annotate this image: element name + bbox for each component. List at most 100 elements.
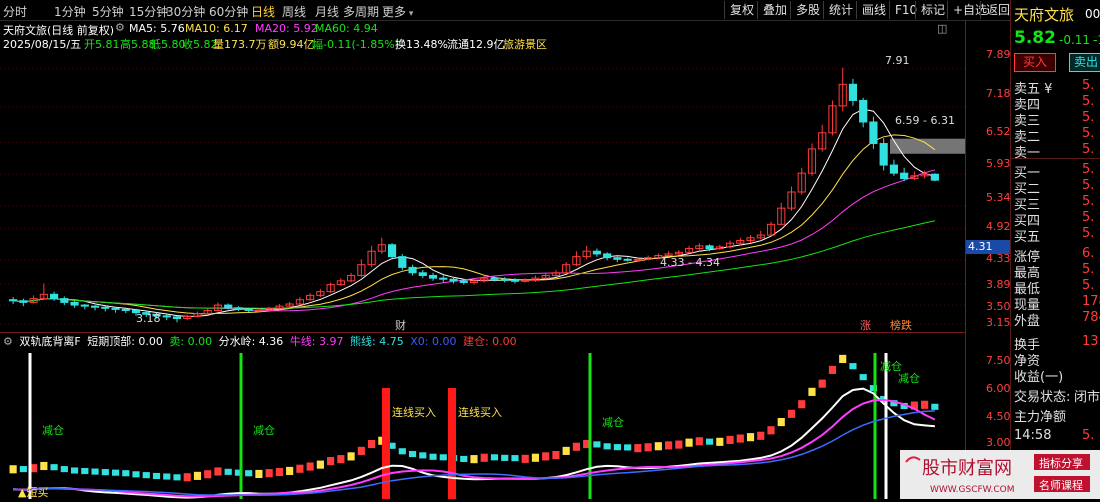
indicator-bar	[50, 464, 58, 471]
indicator-name[interactable]: 双轨底背离F	[19, 335, 80, 348]
panel-row-label: 主力净额	[1014, 410, 1067, 425]
indicator-bar	[849, 363, 857, 370]
candle-body	[70, 301, 79, 306]
indicator-bar	[163, 473, 171, 480]
indicator-bar	[828, 365, 837, 374]
period-tab[interactable]: 日线	[251, 3, 275, 20]
panel-row-label: 买五	[1014, 230, 1041, 245]
candle-body	[633, 258, 642, 261]
panel-row-value: 5.	[1082, 278, 1095, 293]
indicator-bar	[798, 400, 806, 409]
candle-body	[398, 256, 407, 268]
panel-row-label: 14:58	[1014, 428, 1052, 443]
toolbar-button[interactable]: 标记	[915, 1, 950, 19]
indicator-bar	[255, 469, 263, 479]
indicator-bar	[419, 452, 427, 459]
candle-body	[859, 99, 868, 123]
indicator-chart[interactable]: 减仓 减仓连线买入 连线买入减仓减仓减仓▲短买	[0, 348, 965, 499]
indicator-bar	[634, 444, 642, 453]
quote-amount: 额9.94亿	[268, 38, 315, 51]
period-tab[interactable]: 30分钟	[166, 3, 205, 20]
candle-body	[449, 278, 458, 282]
main-candle-chart[interactable]: 7.91 3.18 6.59 - 6.31 4.33 - 4.34 财 涨 榜跌	[0, 52, 965, 332]
quote-change: 幅-0.11(-1.85%)	[312, 38, 399, 51]
period-tab[interactable]: 多周期	[343, 3, 379, 20]
signal-line	[884, 353, 888, 499]
watershed-value: 分水岭: 4.36	[218, 335, 284, 348]
period-tab[interactable]: 周线	[282, 3, 306, 20]
expand-icon[interactable]: ◫	[937, 22, 947, 35]
period-tab[interactable]: 5分钟	[92, 3, 124, 20]
current-price-tag: 4.31	[966, 240, 1013, 254]
signal-label: 减仓	[898, 371, 920, 385]
quote-sector[interactable]: 旅游景区	[503, 36, 547, 52]
indicator-bar	[603, 443, 611, 450]
range-annotation: 6.59 - 6.31	[895, 114, 955, 127]
candle-body	[879, 143, 888, 166]
signal-label: 减仓	[42, 423, 64, 437]
indicator-bar	[101, 469, 109, 476]
indicator-bar	[204, 470, 212, 479]
panel-stock-name: 天府文旅	[1014, 6, 1075, 24]
quote-open: 开5.81	[84, 38, 120, 51]
quote-panel: 天府文旅 0009 5.82 -0.11 -1 买入 卖出 卖五 ¥5.卖四5.…	[1010, 0, 1100, 499]
panel-row: 卖一 5.	[1014, 142, 1100, 162]
bull-line-value: 牛线: 3.97	[289, 335, 344, 348]
settings-gear-icon[interactable]: ⚙	[115, 21, 125, 34]
indicator-bar	[398, 448, 406, 455]
indicator-settings-icon[interactable]: ⚙	[3, 335, 13, 348]
mid-annotation: 4.33 - 4.34	[660, 256, 720, 269]
buy-button[interactable]: 买入	[1014, 53, 1056, 72]
toolbar-button[interactable]: 复权	[724, 1, 759, 19]
toolbar-button[interactable]: 画线	[856, 1, 891, 19]
panel-row-value: 5.	[1082, 194, 1095, 209]
indicator-bar	[613, 444, 621, 451]
info-bar: 天府文旅(日线 前复权) ⚙ MA5: 5.76 MA10: 6.17 MA20…	[0, 20, 965, 52]
panel-row-value: 5.	[1082, 110, 1095, 125]
period-tab[interactable]: 分时	[3, 3, 27, 20]
indicator-bar	[777, 418, 785, 427]
period-tab[interactable]: 更多	[382, 3, 413, 20]
panel-row-value: 闭市	[1074, 390, 1100, 405]
indicator-bar	[767, 426, 775, 435]
candle-body	[101, 306, 110, 309]
ma-line-10	[13, 134, 936, 315]
badge-share: 指标分享	[1039, 457, 1083, 470]
candle-body	[889, 164, 898, 174]
indicator-bar	[562, 446, 570, 455]
indicator-bar	[921, 400, 929, 409]
indicator-bar	[593, 441, 601, 448]
toolbar-button[interactable]: 统计	[823, 1, 858, 19]
panel-pct: -1	[1093, 33, 1100, 47]
candle-body	[172, 316, 182, 320]
indicator-bar	[736, 434, 744, 443]
indicator-bar	[531, 453, 540, 462]
period-tab[interactable]: 1分钟	[54, 3, 86, 20]
indicator-line-14	[13, 410, 935, 496]
period-tab[interactable]: 60分钟	[209, 3, 248, 20]
indicator-bar	[818, 379, 826, 388]
indicator-bar	[408, 450, 417, 458]
toolbar-button[interactable]: 多股	[790, 1, 825, 19]
candle-body	[90, 305, 100, 308]
indicator-bar	[511, 455, 519, 462]
sell-button[interactable]: 卖出	[1069, 53, 1100, 72]
panel-row-value: 5.	[1082, 78, 1095, 93]
quote-float-cap: 流通12.9亿	[447, 38, 505, 51]
indicator-bar	[347, 452, 355, 461]
hot-sector-mark: 榜跌	[890, 318, 912, 332]
bear-line-value: 熊线: 4.75	[350, 335, 404, 348]
indicator-bar	[470, 455, 478, 464]
toolbar-button[interactable]: 叠加	[757, 1, 792, 19]
candle-body	[121, 308, 130, 311]
period-tab[interactable]: 月线	[315, 3, 339, 20]
indicator-bar	[542, 452, 550, 461]
short-buy-label: ▲短买	[18, 485, 48, 499]
candle-body	[80, 304, 89, 307]
indicator-bar	[839, 354, 847, 363]
sell-value: 卖: 0.00	[169, 335, 213, 348]
price-tick: 5.93	[986, 157, 1011, 170]
period-tab[interactable]: 15分钟	[129, 3, 168, 20]
svg-text:WWW.GSCFW.COM: WWW.GSCFW.COM	[930, 485, 1015, 495]
indicator-bar	[490, 454, 499, 461]
